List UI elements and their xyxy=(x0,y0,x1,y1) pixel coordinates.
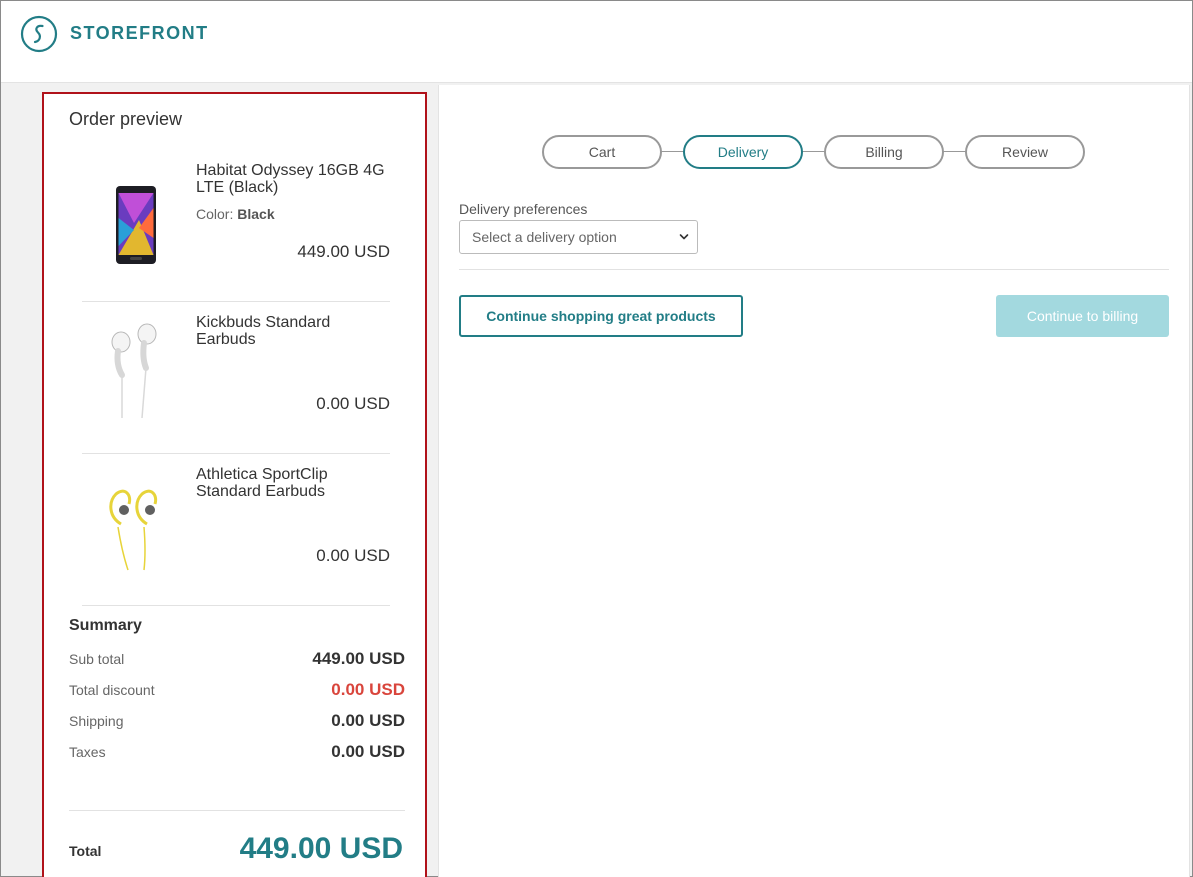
summary-value: 449.00 USD xyxy=(312,649,405,668)
summary-label: Total discount xyxy=(69,682,155,698)
checkout-steps: Cart Delivery Billing Review xyxy=(542,135,1087,169)
phone-image xyxy=(116,186,156,264)
item-color-label: Color: xyxy=(196,206,234,222)
summary-row-taxes: Taxes 0.00 USD xyxy=(69,742,405,764)
order-item: Habitat Odyssey 16GB 4G LTE (Black) Colo… xyxy=(82,150,390,302)
total-label: Total xyxy=(69,843,102,859)
summary-value: 0.00 USD xyxy=(331,711,405,730)
item-name: Kickbuds Standard Earbuds xyxy=(196,314,331,348)
summary-label: Sub total xyxy=(69,651,125,667)
order-preview-panel: Order preview Habitat Odyssey 16GB 4G LT… xyxy=(42,92,427,877)
storefront-logo-icon[interactable] xyxy=(20,15,58,53)
step-connector xyxy=(660,151,685,152)
section-divider xyxy=(459,269,1169,270)
order-preview-title: Order preview xyxy=(69,109,183,129)
item-name: Athletica SportClip Standard Earbuds xyxy=(196,466,328,500)
site-header: STOREFRONT xyxy=(1,1,1192,83)
total-value: 449.00 USD xyxy=(239,832,403,865)
item-divider xyxy=(82,605,390,606)
item-name: Habitat Odyssey 16GB 4G LTE (Black) xyxy=(196,162,385,196)
item-color-value: Black xyxy=(237,206,275,222)
summary-label: Shipping xyxy=(69,713,124,729)
step-delivery[interactable]: Delivery xyxy=(683,135,803,169)
checkout-panel: Cart Delivery Billing Review Delivery pr… xyxy=(438,85,1190,877)
item-price: 0.00 USD xyxy=(316,394,390,413)
summary-value: 0.00 USD xyxy=(331,742,405,761)
chevron-down-icon xyxy=(679,234,689,240)
brand-name[interactable]: STOREFRONT xyxy=(70,23,209,44)
step-connector xyxy=(801,151,826,152)
delivery-preferences-label: Delivery preferences xyxy=(459,201,588,217)
step-review[interactable]: Review xyxy=(965,135,1085,169)
continue-shopping-button[interactable]: Continue shopping great products xyxy=(459,295,743,337)
continue-to-billing-button[interactable]: Continue to billing xyxy=(996,295,1169,337)
item-price: 0.00 USD xyxy=(316,546,390,565)
step-billing[interactable]: Billing xyxy=(824,135,944,169)
item-price: 449.00 USD xyxy=(297,242,390,261)
summary-divider xyxy=(69,810,405,811)
step-connector xyxy=(942,151,967,152)
step-cart[interactable]: Cart xyxy=(542,135,662,169)
item-color: Color: Black xyxy=(196,206,275,222)
delivery-option-select[interactable]: Select a delivery option xyxy=(459,220,698,254)
summary-row-subtotal: Sub total 449.00 USD xyxy=(69,649,405,671)
white-earbuds-image xyxy=(111,323,157,419)
summary-label: Taxes xyxy=(69,744,106,760)
yellow-earbuds-image xyxy=(109,489,158,571)
summary-row-discount: Total discount 0.00 USD xyxy=(69,680,405,702)
summary-value: 0.00 USD xyxy=(331,680,405,699)
order-item: Athletica SportClip Standard Earbuds 0.0… xyxy=(82,454,390,606)
order-item: Kickbuds Standard Earbuds 0.00 USD xyxy=(82,302,390,454)
summary-row-shipping: Shipping 0.00 USD xyxy=(69,711,405,733)
delivery-option-value: Select a delivery option xyxy=(472,229,617,245)
summary-title: Summary xyxy=(69,617,142,634)
